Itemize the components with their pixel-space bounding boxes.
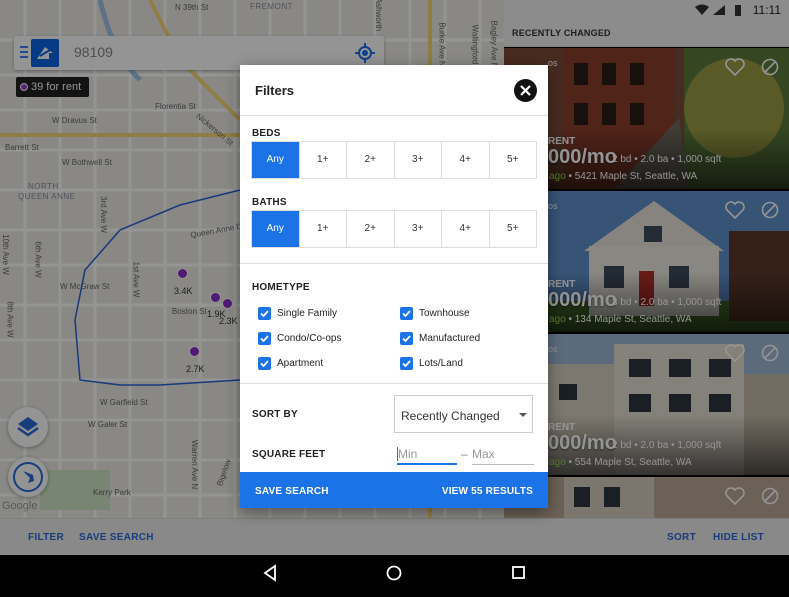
min-sqft-input[interactable]: Min [397,447,457,465]
view-results-button[interactable]: VIEW 55 RESULTS [442,486,533,497]
hometype-label: HOMETYPE [252,282,310,293]
beds-label: BEDS [252,128,281,139]
android-nav-bar [0,555,789,592]
filters-dialog: Filters BEDS Any 1+ 2+ 3+ 4+ 5+ BATHS An… [240,65,548,508]
checkbox-checked-icon [258,307,271,320]
max-placeholder: Max [472,447,495,461]
text-cursor [397,447,398,461]
checkbox-label: Manufactured [419,333,481,344]
beds-option[interactable]: 3+ [395,142,442,178]
close-icon [520,85,531,96]
dialog-title: Filters [255,83,295,98]
checkbox-label: Condo/Co-ops [277,333,342,344]
baths-option[interactable]: 5+ [490,211,537,247]
checkbox-checked-icon [258,332,271,345]
max-sqft-input[interactable]: Max [472,447,534,465]
checkbox-checked-icon [258,357,271,370]
checkbox-checked-icon [400,332,413,345]
dialog-footer: SAVE SEARCH VIEW 55 RESULTS [240,472,548,508]
home-icon[interactable] [386,565,402,581]
checkbox-label: Lots/Land [419,358,463,369]
beds-option[interactable]: 2+ [347,142,395,178]
baths-selector: Any 1+ 2+ 3+ 4+ 5+ [251,210,537,248]
baths-option[interactable]: 3+ [395,211,442,247]
checkbox-label: Townhouse [419,308,470,319]
checkbox-label: Single Family [277,308,338,319]
baths-option[interactable]: 2+ [347,211,395,247]
sort-by-label: SORT BY [252,409,298,420]
checkbox-checked-icon [400,357,413,370]
divider [240,115,548,116]
checkbox-label: Apartment [277,358,324,369]
recents-icon[interactable] [512,566,525,579]
range-separator: – [461,447,468,461]
sort-by-value: Recently Changed [401,409,500,423]
checkbox-checked-icon [400,307,413,320]
sort-by-dropdown[interactable]: Recently Changed [394,395,533,433]
beds-option[interactable]: 4+ [442,142,490,178]
close-button[interactable] [514,79,537,102]
back-icon[interactable] [263,564,276,582]
divider [240,383,548,384]
baths-option[interactable]: Any [252,211,300,247]
min-placeholder: Min [398,447,418,461]
beds-option[interactable]: Any [252,142,300,178]
beds-option[interactable]: 5+ [490,142,537,178]
square-feet-label: SQUARE FEET [252,449,326,460]
dialog-save-search-button[interactable]: SAVE SEARCH [255,486,329,497]
beds-option[interactable]: 1+ [300,142,347,178]
divider [240,263,548,264]
beds-selector: Any 1+ 2+ 3+ 4+ 5+ [251,141,537,179]
dropdown-arrow-icon [519,413,527,417]
baths-label: BATHS [252,197,287,208]
baths-option[interactable]: 4+ [442,211,490,247]
baths-option[interactable]: 1+ [300,211,347,247]
